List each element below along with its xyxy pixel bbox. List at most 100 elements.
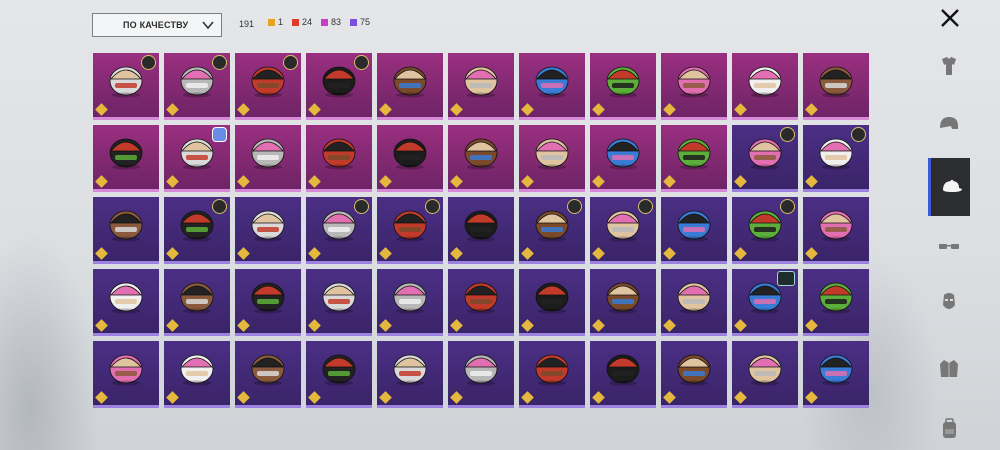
item-card[interactable] (448, 341, 514, 408)
currency-icon (592, 175, 605, 188)
sidebar-tab-jacket[interactable] (928, 347, 970, 389)
item-card[interactable] (306, 269, 372, 336)
item-price (663, 319, 677, 332)
item-card[interactable] (448, 197, 514, 264)
count-orange-value: 1 (278, 17, 284, 27)
currency-icon (95, 247, 108, 260)
item-price (308, 103, 322, 116)
cap-icon (942, 179, 962, 192)
item-card[interactable] (93, 341, 159, 408)
sidebar-tab-helmet[interactable] (928, 103, 970, 145)
item-card[interactable] (732, 341, 798, 408)
item-card[interactable] (377, 53, 443, 120)
green-cap-icon (322, 354, 356, 386)
sidebar-tab-mask[interactable] (928, 281, 970, 323)
sidebar-tab-backpack[interactable] (928, 407, 970, 449)
item-price (663, 247, 677, 260)
currency-icon (663, 175, 676, 188)
item-card[interactable] (164, 125, 230, 192)
item-price (663, 175, 677, 188)
item-card[interactable] (803, 341, 869, 408)
item-card[interactable] (306, 341, 372, 408)
item-card[interactable] (164, 53, 230, 120)
currency-icon (805, 103, 818, 116)
grey-cap-icon (606, 354, 640, 386)
item-price (237, 391, 251, 404)
sidebar-tab-glasses[interactable] (928, 225, 970, 267)
bunny-mask-icon (251, 138, 285, 170)
item-card[interactable] (661, 341, 727, 408)
item-card[interactable] (164, 341, 230, 408)
item-card[interactable] (306, 53, 372, 120)
chevron-down-icon (202, 21, 214, 30)
item-card[interactable] (661, 269, 727, 336)
item-card[interactable] (377, 269, 443, 336)
item-card[interactable] (519, 341, 585, 408)
item-card[interactable] (519, 53, 585, 120)
item-card[interactable] (448, 125, 514, 192)
item-card[interactable] (448, 53, 514, 120)
currency-icon (521, 391, 534, 404)
item-card[interactable] (732, 125, 798, 192)
item-price (166, 247, 180, 260)
item-card[interactable] (235, 269, 301, 336)
item-card[interactable] (235, 197, 301, 264)
item-card[interactable] (235, 53, 301, 120)
close-icon[interactable] (937, 5, 963, 31)
item-card[interactable] (732, 197, 798, 264)
item-card[interactable] (235, 341, 301, 408)
item-price (734, 103, 748, 116)
item-badge (851, 127, 866, 142)
sidebar-tab-outfit[interactable] (928, 45, 970, 87)
item-price (166, 103, 180, 116)
item-card[interactable] (377, 197, 443, 264)
item-card[interactable] (590, 197, 656, 264)
item-card[interactable] (803, 125, 869, 192)
item-card[interactable] (235, 125, 301, 192)
item-card[interactable] (164, 197, 230, 264)
item-card[interactable] (93, 53, 159, 120)
red-square-icon (292, 18, 300, 26)
item-card[interactable] (519, 125, 585, 192)
sort-label: по качеству (123, 20, 189, 30)
item-card[interactable] (661, 197, 727, 264)
item-card[interactable] (93, 197, 159, 264)
item-card[interactable] (519, 197, 585, 264)
currency-icon (734, 319, 747, 332)
item-price (166, 391, 180, 404)
item-badge (283, 55, 298, 70)
sidebar-tab-cap[interactable] (928, 158, 970, 216)
item-card[interactable] (164, 269, 230, 336)
studded-band-icon (393, 354, 427, 386)
item-card[interactable] (590, 125, 656, 192)
item-price (95, 175, 109, 188)
item-card[interactable] (803, 53, 869, 120)
item-card[interactable] (306, 125, 372, 192)
item-card[interactable] (590, 53, 656, 120)
item-card[interactable] (590, 269, 656, 336)
turban-icon (677, 66, 711, 98)
currency-icon (237, 391, 250, 404)
orange-square-icon (268, 18, 275, 26)
item-card[interactable] (661, 53, 727, 120)
sort-dropdown[interactable]: по качеству (92, 13, 222, 37)
army-cap-icon (677, 210, 711, 242)
item-price (308, 319, 322, 332)
currency-icon (663, 391, 676, 404)
item-card[interactable] (732, 53, 798, 120)
item-card[interactable] (93, 269, 159, 336)
item-card[interactable] (519, 269, 585, 336)
item-card[interactable] (590, 341, 656, 408)
item-badge (780, 127, 795, 142)
item-card[interactable] (306, 197, 372, 264)
wolf-mask-icon (819, 66, 853, 98)
item-card[interactable] (732, 269, 798, 336)
item-card[interactable] (803, 269, 869, 336)
item-card[interactable] (377, 341, 443, 408)
item-badge (780, 199, 795, 214)
item-card[interactable] (377, 125, 443, 192)
item-card[interactable] (93, 125, 159, 192)
item-card[interactable] (803, 197, 869, 264)
item-card[interactable] (448, 269, 514, 336)
item-card[interactable] (661, 125, 727, 192)
